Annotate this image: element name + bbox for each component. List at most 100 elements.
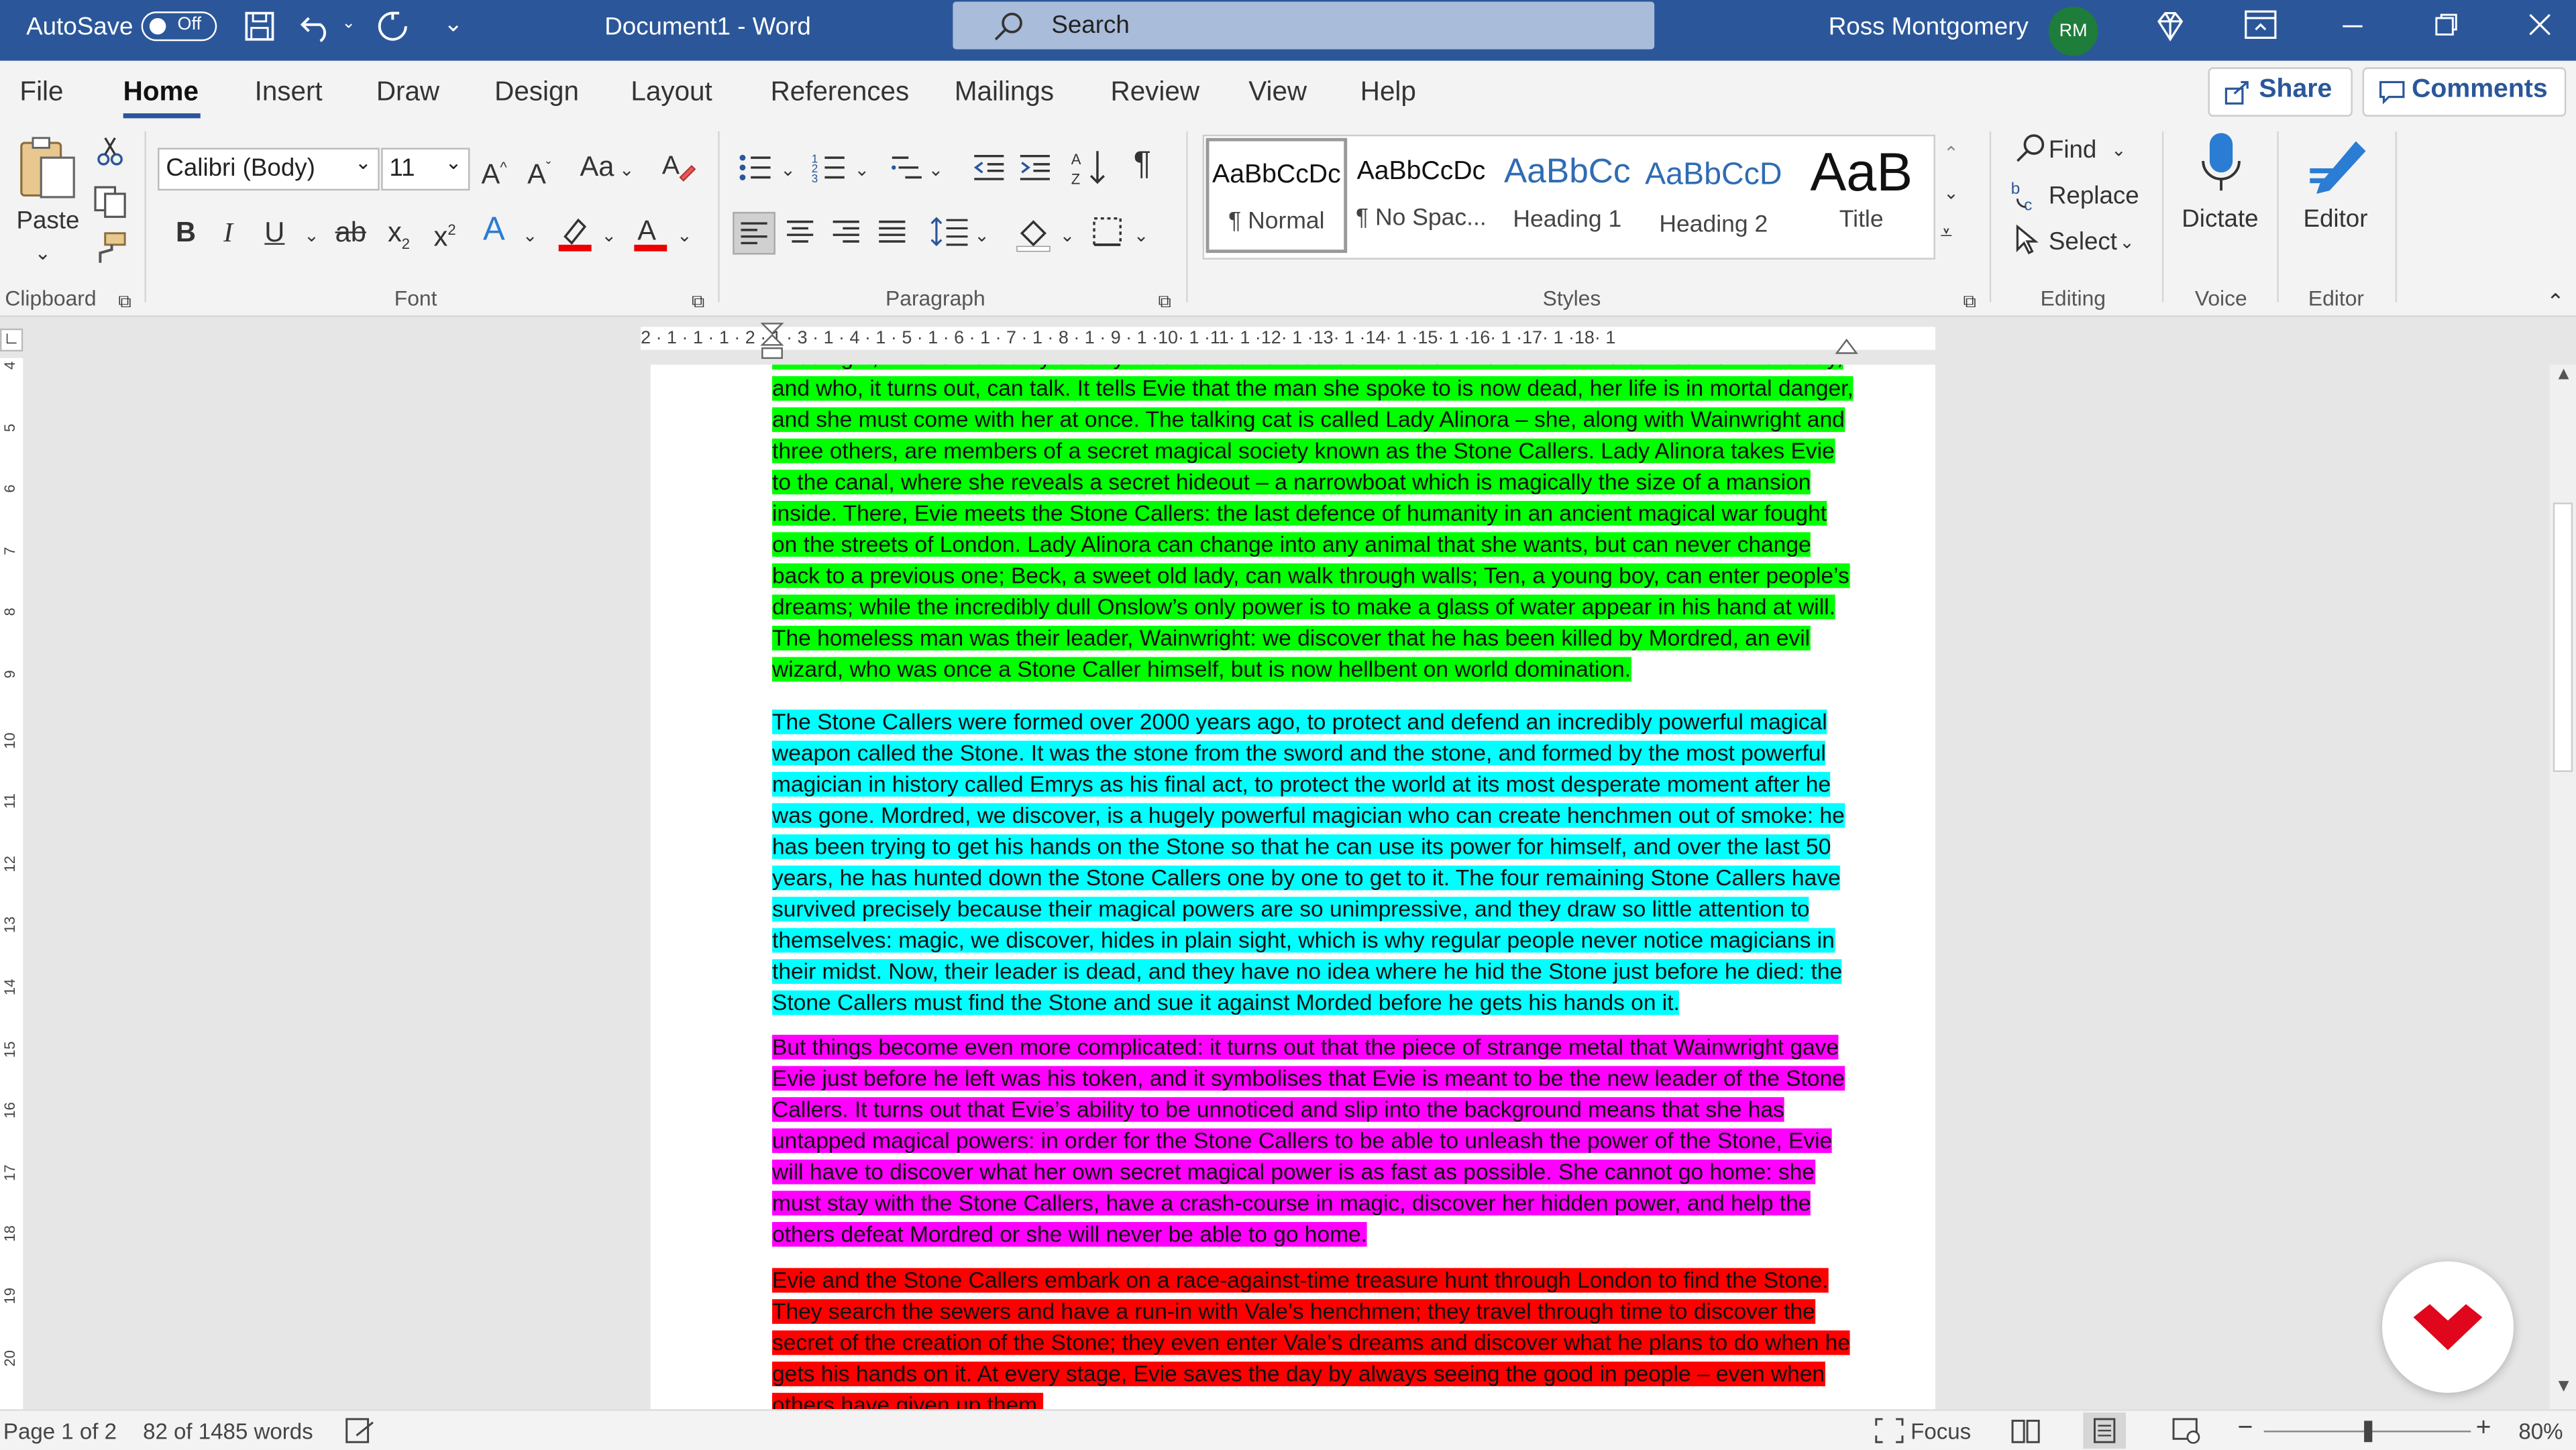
- scroll-down-icon[interactable]: ▼: [2555, 1376, 2573, 1396]
- web-layout-icon[interactable]: [2172, 1417, 2202, 1444]
- highlight-icon[interactable]: [555, 213, 595, 253]
- bullets-icon[interactable]: [738, 151, 774, 184]
- close-icon[interactable]: [2527, 11, 2553, 38]
- font-family-combo[interactable]: Calibri (Body) ⌄: [158, 148, 380, 191]
- styles-more-icon[interactable]: ⩡: [1940, 217, 1952, 249]
- autosave-toggle[interactable]: Off: [141, 11, 217, 42]
- styles-scroll-up-icon[interactable]: ⌃: [1943, 138, 1959, 171]
- bold-icon[interactable]: B: [176, 217, 196, 249]
- minimize-icon[interactable]: [2339, 13, 2365, 40]
- word-count[interactable]: 82 of 1485 words: [143, 1419, 313, 1444]
- tab-mailings[interactable]: Mailings: [955, 77, 1054, 109]
- font-color-dropdown-icon[interactable]: ⌄: [677, 220, 692, 253]
- strikethrough-icon[interactable]: ab: [335, 217, 366, 249]
- tab-layout[interactable]: Layout: [631, 77, 712, 109]
- align-right-icon[interactable]: [831, 219, 861, 245]
- tab-references[interactable]: References: [771, 77, 910, 109]
- find-icon[interactable]: [2014, 131, 2047, 164]
- focus-icon[interactable]: [1874, 1417, 1904, 1443]
- paste-icon[interactable]: [16, 135, 78, 201]
- proofing-icon[interactable]: [345, 1417, 374, 1443]
- shading-dropdown-icon[interactable]: ⌄: [1060, 220, 1075, 253]
- read-mode-icon[interactable]: [2011, 1417, 2041, 1443]
- tab-draw[interactable]: Draw: [376, 77, 439, 109]
- right-indent-marker-icon[interactable]: [1835, 337, 1858, 356]
- align-left-button[interactable]: [733, 211, 775, 255]
- replace-label[interactable]: Replace: [2049, 182, 2139, 211]
- clipboard-launcher-icon[interactable]: ⧉: [118, 286, 131, 319]
- focus-label[interactable]: Focus: [1911, 1419, 1971, 1444]
- zoom-in-icon[interactable]: +: [2476, 1414, 2491, 1444]
- font-size-combo[interactable]: 11 ⌄: [381, 148, 470, 191]
- change-case-button[interactable]: Aa ⌄: [580, 151, 634, 187]
- restore-icon[interactable]: [2433, 11, 2459, 38]
- paragraph-launcher-icon[interactable]: ⧉: [1159, 286, 1171, 319]
- borders-icon[interactable]: [1091, 215, 1124, 248]
- scroll-up-icon[interactable]: ▲: [2555, 365, 2573, 384]
- editor-pen-icon[interactable]: [2306, 131, 2372, 197]
- find-label[interactable]: Find: [2049, 136, 2096, 164]
- styles-scroll-down-icon[interactable]: ⌄: [1943, 177, 1959, 210]
- diamond-icon[interactable]: [2152, 8, 2188, 44]
- clear-formatting-icon[interactable]: A: [660, 148, 696, 184]
- increase-indent-icon[interactable]: [1017, 151, 1053, 184]
- text-effects-dropdown-icon[interactable]: ⌄: [523, 220, 538, 253]
- tab-home[interactable]: Home: [123, 77, 199, 109]
- copy-icon[interactable]: [92, 184, 128, 220]
- cut-icon[interactable]: [95, 135, 125, 168]
- dictate-label[interactable]: Dictate: [2182, 205, 2258, 233]
- tab-help[interactable]: Help: [1360, 77, 1416, 109]
- subscript-icon[interactable]: x2: [388, 217, 410, 260]
- horizontal-ruler[interactable]: 2 · 1 · 1 · 1 · 2 · 1 · 3 · 1 · 4 · 1 · …: [641, 327, 1935, 350]
- line-spacing-icon[interactable]: [930, 215, 969, 248]
- shrink-font-icon[interactable]: Aˇ: [527, 151, 551, 191]
- sort-icon[interactable]: AZ: [1071, 148, 1108, 187]
- justify-icon[interactable]: [877, 219, 907, 245]
- superscript-icon[interactable]: x2: [434, 213, 456, 254]
- select-label[interactable]: Select: [2049, 228, 2117, 256]
- style-no-spacing[interactable]: AaBbCcDc ¶ No Spac...: [1350, 138, 1492, 253]
- highlight-dropdown-icon[interactable]: ⌄: [601, 220, 616, 253]
- zoom-slider-thumb[interactable]: [2364, 1420, 2373, 1443]
- ribbon-display-options-icon[interactable]: [2244, 10, 2277, 40]
- styles-launcher-icon[interactable]: ⧉: [1964, 286, 1976, 319]
- select-cursor-icon[interactable]: [2014, 223, 2040, 256]
- tab-view[interactable]: View: [1248, 77, 1307, 109]
- format-painter-icon[interactable]: [92, 230, 128, 266]
- tab-insert[interactable]: Insert: [255, 77, 323, 109]
- document-paragraph[interactable]: That night, Evie is visited by a stray b…: [772, 364, 1856, 685]
- show-formatting-marks-icon[interactable]: ¶: [1134, 148, 1151, 180]
- style-normal[interactable]: AaBbCcDc ¶ Normal: [1205, 137, 1348, 254]
- bullets-dropdown-icon[interactable]: ⌄: [780, 154, 796, 187]
- microphone-icon[interactable]: [2200, 131, 2243, 197]
- save-icon[interactable]: [243, 10, 276, 43]
- user-name[interactable]: Ross Montgomery: [1829, 13, 2029, 42]
- tab-design[interactable]: Design: [494, 77, 579, 109]
- align-center-icon[interactable]: [786, 219, 815, 245]
- page-count[interactable]: Page 1 of 2: [3, 1419, 117, 1444]
- text-effects-icon[interactable]: A: [483, 213, 505, 246]
- multilevel-list-icon[interactable]: [889, 151, 925, 184]
- comments-button[interactable]: Comments: [2362, 67, 2567, 117]
- numbering-dropdown-icon[interactable]: ⌄: [854, 154, 869, 187]
- paste-dropdown-icon[interactable]: ⌄: [34, 237, 51, 270]
- tab-file[interactable]: File: [19, 77, 63, 109]
- grow-font-icon[interactable]: A^: [482, 151, 507, 191]
- numbering-icon[interactable]: 123: [812, 151, 848, 184]
- replace-icon[interactable]: bc: [2011, 177, 2044, 213]
- undo-icon[interactable]: [299, 10, 335, 43]
- document-paragraph[interactable]: The Stone Callers were formed over 2000 …: [772, 706, 1856, 1018]
- line-spacing-dropdown-icon[interactable]: ⌄: [974, 220, 989, 253]
- font-color-icon[interactable]: A: [631, 213, 670, 253]
- style-heading-1[interactable]: AaBbCc Heading 1: [1497, 138, 1638, 253]
- zoom-out-icon[interactable]: −: [2238, 1414, 2253, 1444]
- find-dropdown-icon[interactable]: ⌄: [2111, 135, 2127, 168]
- zoom-level[interactable]: 80%: [2518, 1419, 2563, 1444]
- style-heading-2[interactable]: AaBbCcD Heading 2: [1643, 138, 1784, 253]
- avatar[interactable]: RM: [2048, 6, 2098, 56]
- collapse-ribbon-icon[interactable]: ⌃: [2546, 286, 2565, 319]
- shading-icon[interactable]: [1014, 213, 1053, 253]
- tab-selector-icon[interactable]: ∟: [0, 328, 23, 352]
- vertical-ruler[interactable]: 456789101112131415161718192021: [0, 357, 23, 1428]
- decrease-indent-icon[interactable]: [971, 151, 1007, 184]
